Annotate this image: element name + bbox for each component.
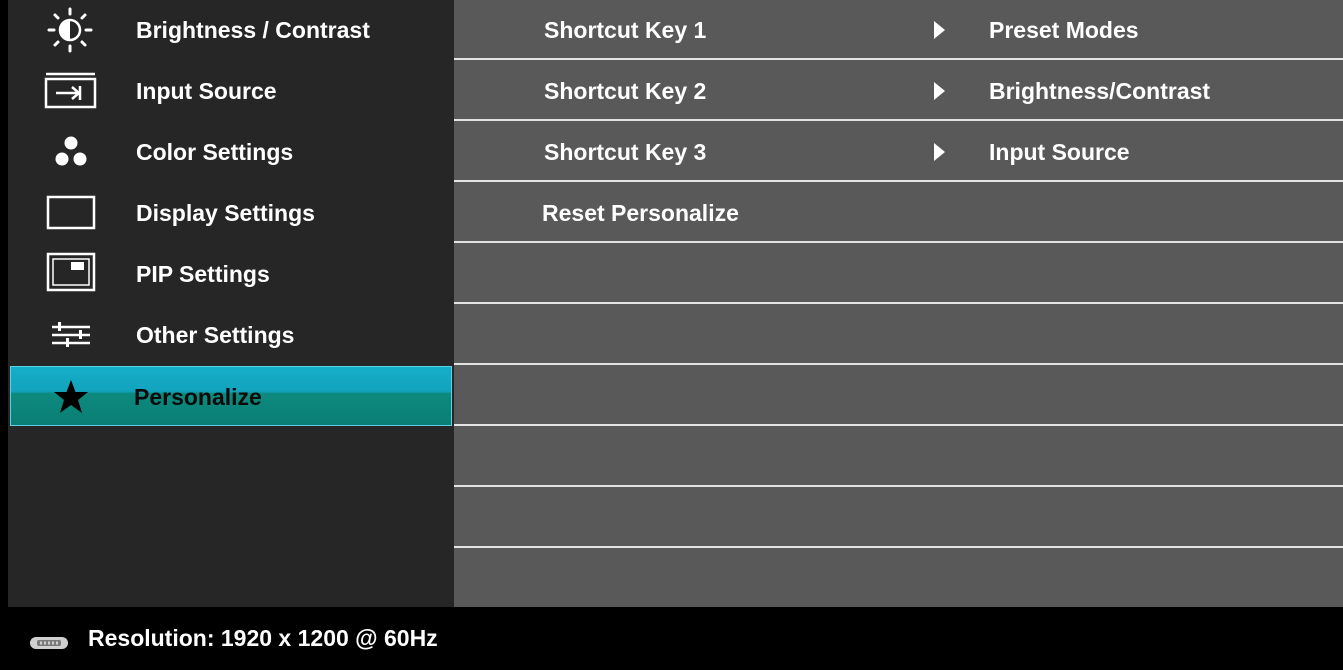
submenu-row-empty (454, 366, 1343, 426)
star-icon (41, 372, 101, 422)
input-source-icon (38, 66, 98, 116)
menu-item-label: Input Source (136, 78, 277, 104)
color-dots-icon (38, 127, 98, 177)
menu-item-input-source[interactable]: Input Source (8, 61, 454, 121)
brightness-icon (38, 5, 98, 55)
divider (454, 302, 1343, 304)
divider (454, 180, 1343, 182)
divider (454, 58, 1343, 60)
display-rect-icon (38, 188, 98, 238)
resolution-text: Resolution: 1920 x 1200 @ 60Hz (88, 625, 438, 651)
sliders-icon (38, 310, 98, 360)
row-label: Shortcut Key 2 (544, 78, 707, 104)
submenu-panel: Shortcut Key 1 Preset Modes Shortcut Key… (454, 0, 1343, 607)
divider (454, 363, 1343, 365)
menu-item-label: Brightness / Contrast (136, 17, 370, 43)
divider (454, 119, 1343, 121)
menu-item-label: PIP Settings (136, 261, 270, 287)
menu-item-label: Color Settings (136, 139, 294, 165)
row-value: Preset Modes (989, 17, 1139, 43)
menu-item-other-settings[interactable]: Other Settings (8, 305, 454, 365)
divider (454, 424, 1343, 426)
arrow-right-icon (934, 21, 945, 39)
row-label: Shortcut Key 3 (544, 139, 707, 165)
row-label: Reset Personalize (542, 200, 739, 226)
submenu-row-shortcut-key-3[interactable]: Shortcut Key 3 Input Source (454, 122, 1343, 182)
menu-item-personalize[interactable]: Personalize (10, 366, 452, 426)
submenu-row-empty (454, 305, 1343, 365)
arrow-right-icon (934, 82, 945, 100)
divider (454, 241, 1343, 243)
row-value: Brightness/Contrast (989, 78, 1211, 104)
arrow-right-icon (934, 143, 945, 161)
menu-item-label: Personalize (134, 384, 262, 410)
pip-icon (38, 249, 98, 299)
submenu-row-empty (454, 488, 1343, 548)
submenu-row-shortcut-key-2[interactable]: Shortcut Key 2 Brightness/Contrast (454, 61, 1343, 121)
submenu-row-reset-personalize[interactable]: Reset Personalize (454, 183, 1343, 243)
menu-item-color-settings[interactable]: Color Settings (8, 122, 454, 182)
submenu-row-empty (454, 244, 1343, 304)
menu-item-pip-settings[interactable]: PIP Settings (8, 244, 454, 304)
monitor-osd: Brightness / Contrast Input Source Color… (0, 0, 1343, 670)
main-menu: Brightness / Contrast Input Source Color… (8, 0, 454, 607)
submenu-row-shortcut-key-1[interactable]: Shortcut Key 1 Preset Modes (454, 0, 1343, 60)
row-label: Shortcut Key 1 (544, 17, 707, 43)
divider (454, 546, 1343, 548)
divider (454, 485, 1343, 487)
status-bar: Resolution: 1920 x 1200 @ 60Hz (8, 607, 1343, 670)
menu-item-label: Other Settings (136, 322, 295, 348)
submenu-row-empty (454, 427, 1343, 487)
connector-icon (28, 630, 70, 657)
row-value: Input Source (989, 139, 1130, 165)
menu-item-display-settings[interactable]: Display Settings (8, 183, 454, 243)
menu-item-label: Display Settings (136, 200, 315, 226)
menu-item-brightness-contrast[interactable]: Brightness / Contrast (8, 0, 454, 60)
